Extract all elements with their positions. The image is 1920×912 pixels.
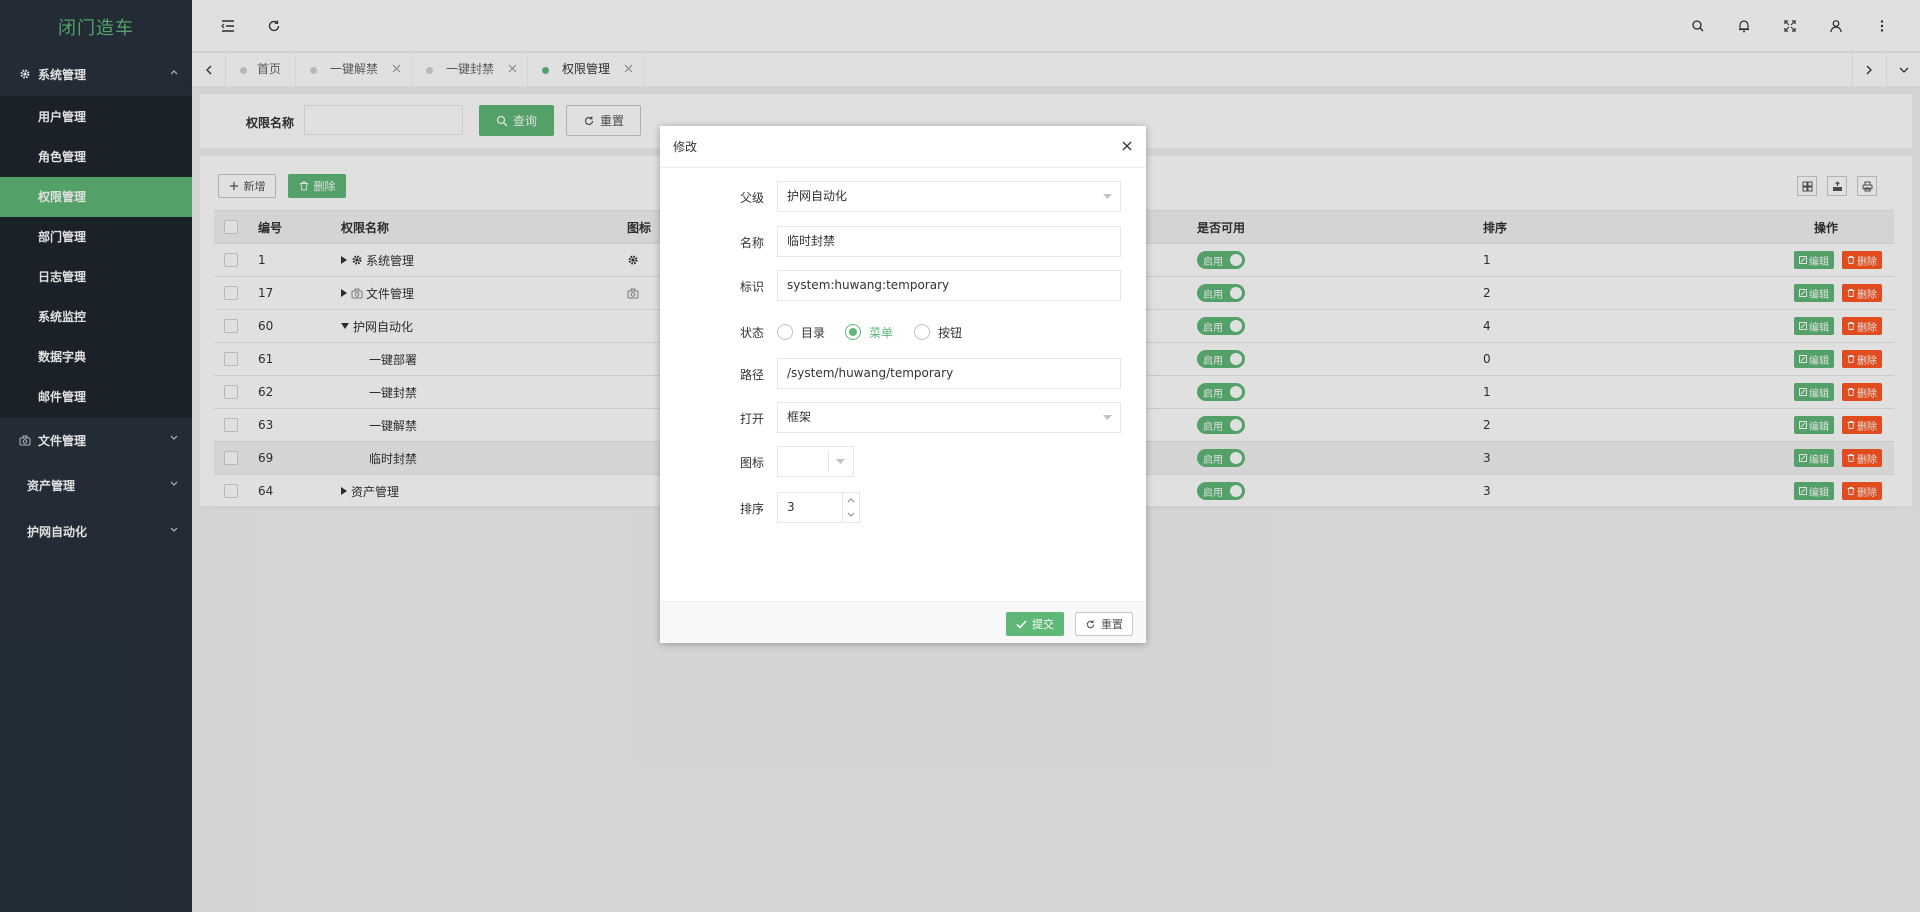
radio-label: 菜单 [869, 325, 894, 340]
radio-menu[interactable]: 菜单 [845, 316, 893, 348]
open-select[interactable]: 框架 [777, 402, 1121, 433]
dropdown-caret-icon [1103, 194, 1112, 199]
parent-select[interactable]: 护网自动化 [777, 181, 1121, 212]
modal-title: 修改 [660, 126, 1146, 168]
path-input[interactable]: /system/huwang/temporary [777, 358, 1121, 389]
chevron-down-icon[interactable] [847, 512, 855, 517]
modal-reset-button-label: 重置 [1101, 618, 1123, 631]
radio-circle [914, 324, 930, 340]
edit-modal: 修改 父级 护网自动化 名称 临时封禁 标识 system:huwang:tem… [660, 126, 1146, 643]
radio-button[interactable]: 按钮 [914, 316, 962, 348]
stepper-arrows [842, 493, 859, 522]
submit-button[interactable]: 提交 [1006, 612, 1064, 636]
chevron-up-icon[interactable] [847, 498, 855, 503]
modal-footer: 提交 重置 [660, 601, 1146, 643]
radio-label: 目录 [801, 325, 826, 340]
radio-directory[interactable]: 目录 [777, 316, 825, 348]
dropdown-caret-icon [836, 459, 845, 464]
open-select-value: 框架 [787, 410, 812, 424]
perm-input[interactable]: system:huwang:temporary [777, 270, 1121, 301]
refresh-icon [1086, 619, 1095, 628]
modal-reset-button[interactable]: 重置 [1075, 612, 1133, 636]
submit-button-label: 提交 [1032, 618, 1054, 631]
sort-value: 3 [787, 500, 795, 514]
radio-label: 按钮 [938, 325, 963, 340]
radio-circle [845, 324, 861, 340]
radio-circle [777, 324, 793, 340]
dropdown-caret-icon [1103, 415, 1112, 420]
parent-select-value: 护网自动化 [787, 189, 848, 203]
check-icon [1016, 619, 1027, 629]
sort-stepper[interactable]: 3 [777, 492, 860, 523]
close-icon[interactable] [1122, 141, 1132, 151]
icon-picker[interactable] [777, 446, 854, 477]
divider [828, 451, 829, 472]
name-input[interactable]: 临时封禁 [777, 226, 1121, 257]
